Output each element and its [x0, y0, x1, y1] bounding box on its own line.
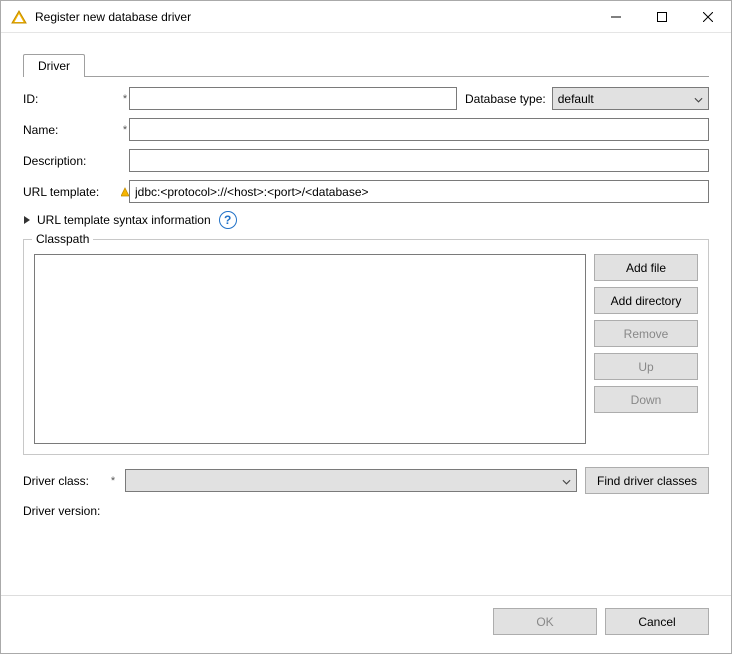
id-input[interactable] — [129, 87, 457, 110]
tab-label: Driver — [38, 59, 70, 73]
row-driverversion: Driver version: — [23, 504, 709, 518]
required-marker: * — [109, 475, 117, 487]
name-label: Name: — [23, 123, 121, 137]
close-button[interactable] — [685, 1, 731, 32]
description-input[interactable] — [129, 149, 709, 172]
id-label: ID: — [23, 92, 121, 106]
urltemplate-input[interactable] — [129, 180, 709, 203]
url-syntax-label: URL template syntax information — [37, 213, 211, 227]
row-urltemplate: URL template: — [23, 180, 709, 203]
add-file-button[interactable]: Add file — [594, 254, 698, 281]
chevron-down-icon — [562, 474, 571, 488]
dialog-content: Driver ID: * Database type: default Name… — [1, 33, 731, 595]
name-input[interactable] — [129, 118, 709, 141]
driverversion-label: Driver version: — [23, 504, 100, 518]
tab-driver[interactable]: Driver — [23, 54, 85, 77]
window-controls — [593, 1, 731, 32]
driverclass-label: Driver class: — [23, 474, 101, 488]
spacer — [121, 155, 129, 167]
down-button[interactable]: Down — [594, 386, 698, 413]
maximize-button[interactable] — [639, 1, 685, 32]
classpath-legend: Classpath — [32, 232, 93, 246]
dbtype-label: Database type: — [465, 92, 546, 106]
window-title: Register new database driver — [35, 10, 593, 24]
row-name: Name: * — [23, 118, 709, 141]
ok-button[interactable]: OK — [493, 608, 597, 635]
title-bar: Register new database driver — [1, 1, 731, 33]
help-icon[interactable]: ? — [219, 211, 237, 229]
chevron-down-icon — [694, 92, 703, 106]
url-syntax-expander[interactable]: URL template syntax information ? — [23, 211, 709, 229]
classpath-listbox[interactable] — [34, 254, 586, 444]
warning-icon — [121, 186, 129, 198]
dbtype-select[interactable]: default — [552, 87, 709, 110]
cancel-button[interactable]: Cancel — [605, 608, 709, 635]
remove-button[interactable]: Remove — [594, 320, 698, 347]
up-button[interactable]: Up — [594, 353, 698, 380]
dialog-footer: OK Cancel — [1, 595, 731, 653]
tab-underline — [23, 76, 709, 77]
tab-row: Driver — [23, 51, 709, 77]
row-description: Description: — [23, 149, 709, 172]
row-driverclass: Driver class: * Find driver classes — [23, 467, 709, 494]
minimize-button[interactable] — [593, 1, 639, 32]
warning-triangle-icon — [11, 9, 27, 25]
required-marker: * — [121, 93, 129, 105]
find-driver-classes-button[interactable]: Find driver classes — [585, 467, 709, 494]
dbtype-value: default — [558, 92, 594, 106]
add-directory-button[interactable]: Add directory — [594, 287, 698, 314]
required-marker: * — [121, 124, 129, 136]
driverclass-select[interactable] — [125, 469, 577, 492]
classpath-group: Classpath Add file Add directory Remove … — [23, 239, 709, 455]
expand-triangle-icon — [23, 215, 31, 225]
classpath-buttons: Add file Add directory Remove Up Down — [594, 254, 698, 444]
driver-panel: ID: * Database type: default Name: * Des… — [23, 77, 709, 530]
row-id: ID: * Database type: default — [23, 87, 709, 110]
urltemplate-label: URL template: — [23, 185, 121, 199]
description-label: Description: — [23, 154, 121, 168]
